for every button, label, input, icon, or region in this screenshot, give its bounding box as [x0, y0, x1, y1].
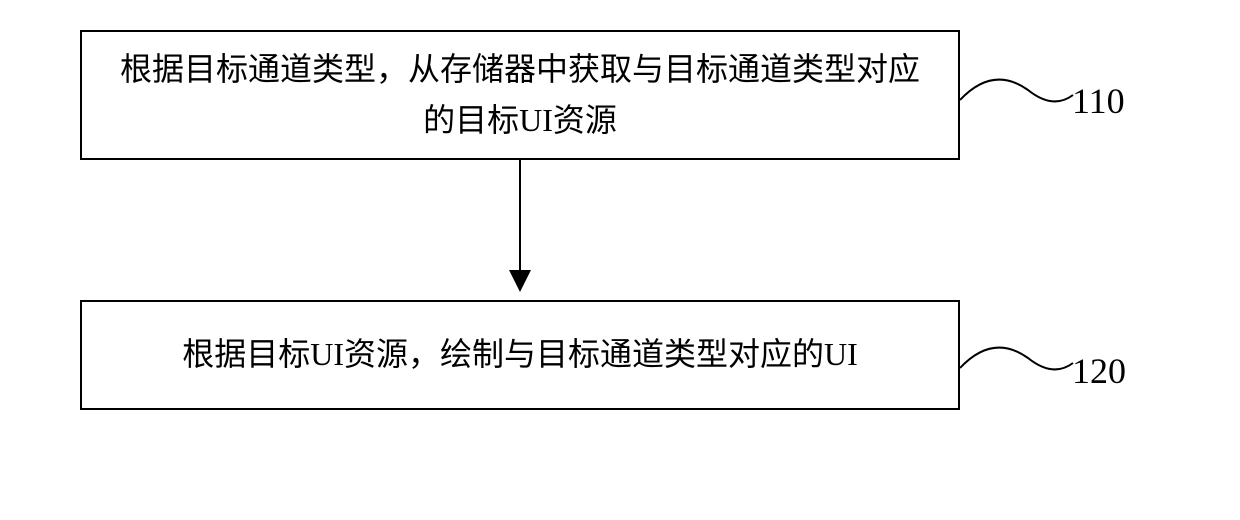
- arrow-line: [519, 160, 521, 278]
- step-text-1: 根据目标通道类型，从存储器中获取与目标通道类型对应的目标UI资源: [112, 44, 928, 146]
- step-text-2: 根据目标UI资源，绘制与目标通道类型对应的UI: [182, 329, 858, 380]
- arrow-head-icon: [509, 270, 531, 292]
- arrow-down: [80, 160, 960, 300]
- flowchart-container: 根据目标通道类型，从存储器中获取与目标通道类型对应的目标UI资源 根据目标UI资…: [80, 30, 1160, 410]
- step-label-2: 120: [1072, 350, 1126, 392]
- step-label-1: 110: [1072, 80, 1125, 122]
- step-box-2: 根据目标UI资源，绘制与目标通道类型对应的UI: [80, 300, 960, 410]
- step-box-1: 根据目标通道类型，从存储器中获取与目标通道类型对应的目标UI资源: [80, 30, 960, 160]
